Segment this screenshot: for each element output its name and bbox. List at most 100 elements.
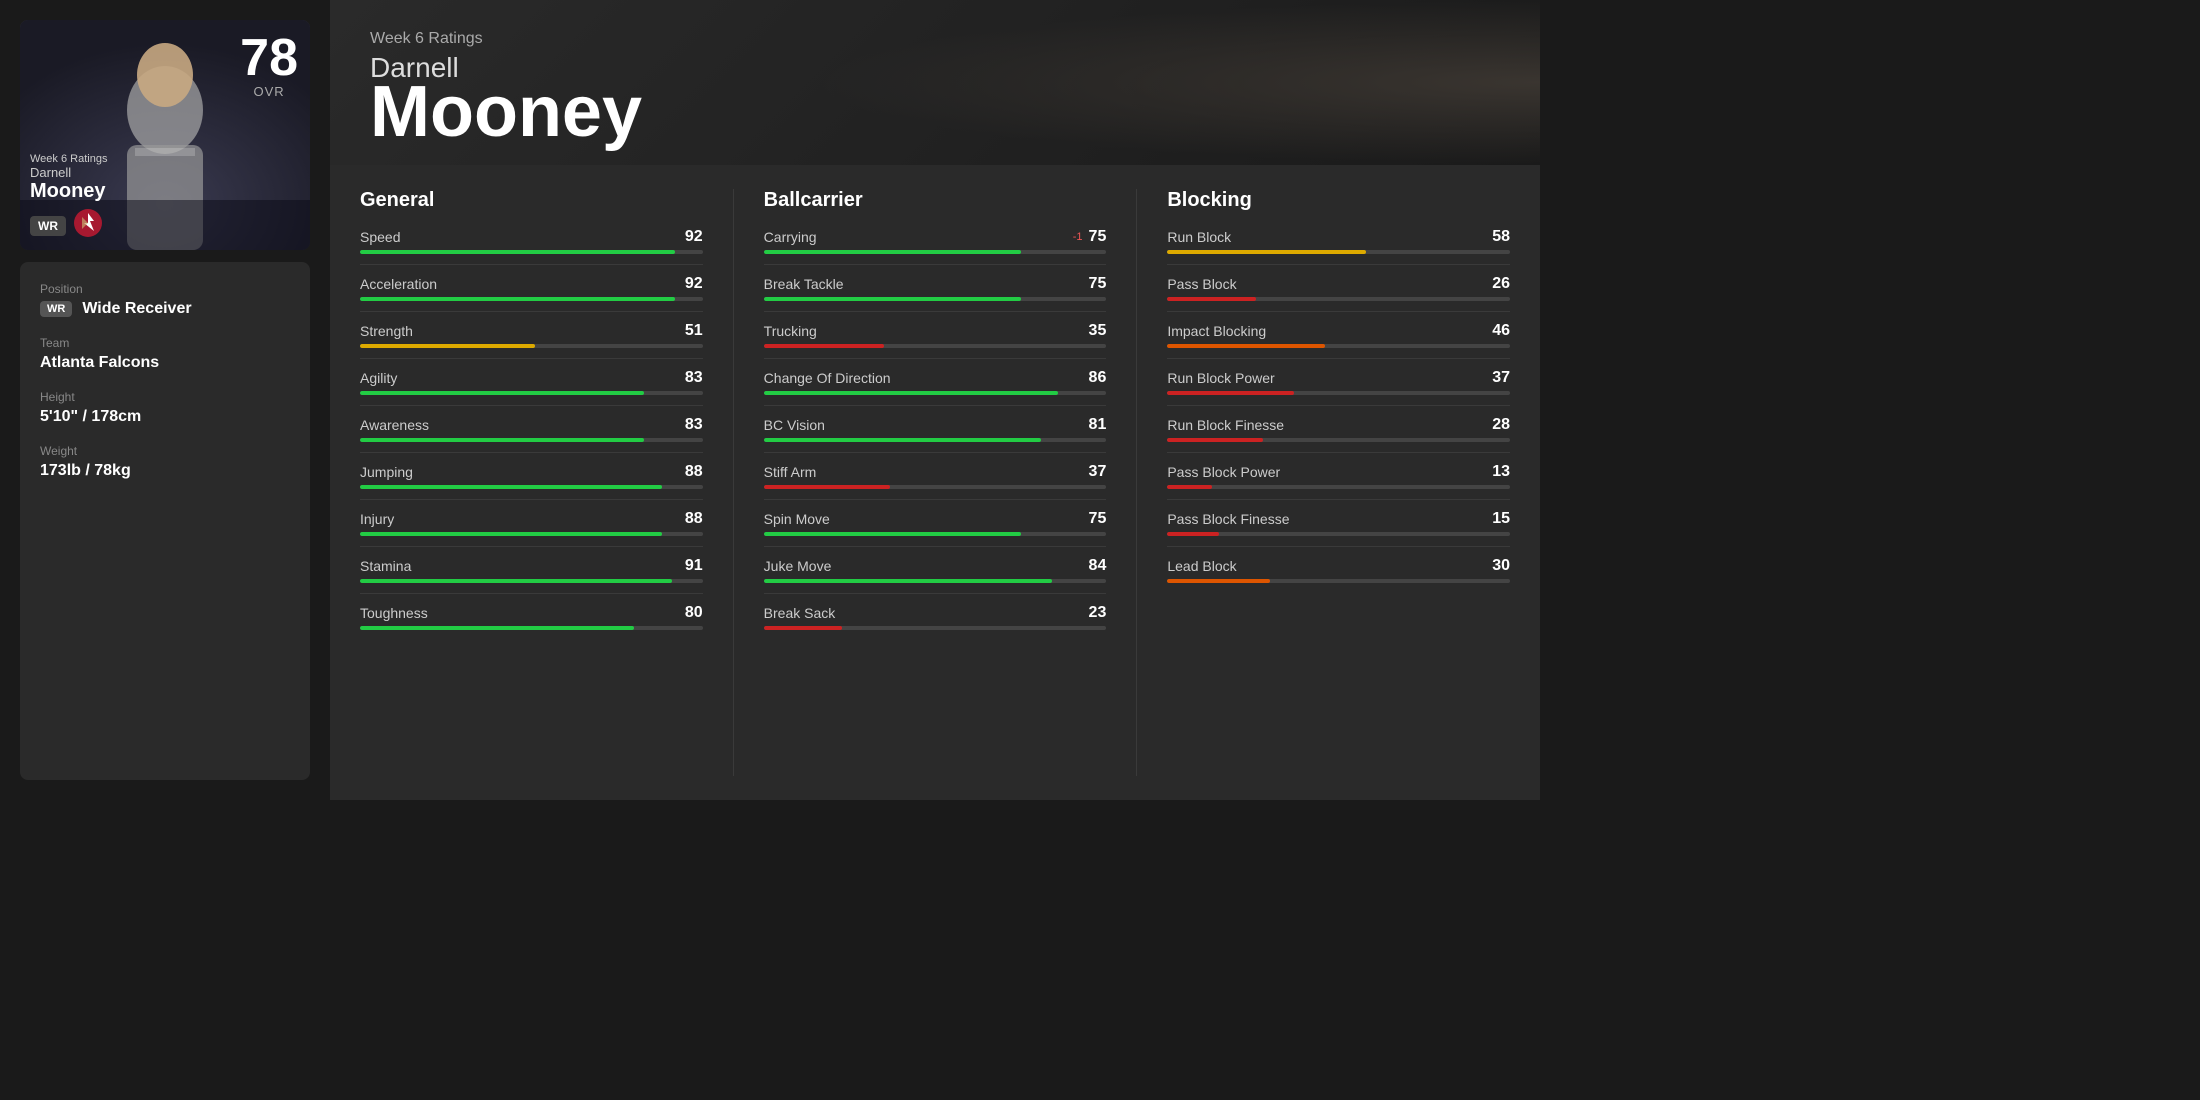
stat-value: 75 xyxy=(1089,228,1107,246)
position-label: Position xyxy=(40,282,290,296)
stat-value-wrapper: 37 xyxy=(1089,463,1107,481)
card-footer: Week 6 Ratings Darnell Mooney WR xyxy=(30,153,107,242)
stat-row: Change Of Direction 86 xyxy=(764,369,1107,406)
stat-name: Acceleration xyxy=(360,276,437,292)
stat-bar-fill xyxy=(1167,579,1270,583)
stat-row: Trucking 35 xyxy=(764,322,1107,359)
team-value: Atlanta Falcons xyxy=(40,354,290,372)
stat-bar-track xyxy=(360,391,703,395)
stat-bar-fill xyxy=(360,250,675,254)
stat-value-wrapper: 91 xyxy=(685,557,703,575)
stat-row: Acceleration 92 xyxy=(360,275,703,312)
stat-name: Spin Move xyxy=(764,511,830,527)
stat-bar-track xyxy=(764,438,1107,442)
ovr-number: 78 xyxy=(240,32,298,84)
stat-bar-fill xyxy=(360,626,634,630)
stat-bar-fill xyxy=(1167,438,1263,442)
card-player-first: Darnell xyxy=(30,165,107,180)
info-box: Position WR Wide Receiver Team Atlanta F… xyxy=(20,262,310,780)
stat-bar-track xyxy=(1167,579,1510,583)
stat-value: 88 xyxy=(685,510,703,528)
stat-bar-fill xyxy=(764,532,1021,536)
stat-name: Juke Move xyxy=(764,558,832,574)
stat-bar-track xyxy=(360,250,703,254)
weight-value: 173lb / 78kg xyxy=(40,462,290,480)
hero-header: Week 6 Ratings Darnell Mooney xyxy=(330,0,1540,165)
stat-header: Injury 88 xyxy=(360,510,703,528)
stat-value: 46 xyxy=(1492,322,1510,340)
stat-bar-fill xyxy=(1167,250,1366,254)
stat-name: Injury xyxy=(360,511,394,527)
stat-name: Break Sack xyxy=(764,605,836,621)
stat-value: 75 xyxy=(1089,275,1107,293)
page-wrapper: 78 OVR Week 6 Ratings Darnell Mooney WR xyxy=(0,0,1540,800)
stat-bar-fill xyxy=(360,532,662,536)
stat-row: Speed 92 xyxy=(360,228,703,265)
stat-value: 75 xyxy=(1089,510,1107,528)
stat-name: Carrying xyxy=(764,229,817,245)
stat-value: 92 xyxy=(685,275,703,293)
stat-header: Jumping 88 xyxy=(360,463,703,481)
stat-header: BC Vision 81 xyxy=(764,416,1107,434)
stat-row: Break Tackle 75 xyxy=(764,275,1107,312)
stat-header: Awareness 83 xyxy=(360,416,703,434)
stat-value: 83 xyxy=(685,416,703,434)
weight-label: Weight xyxy=(40,444,290,458)
stat-delta: -1 xyxy=(1073,231,1083,243)
stat-value-wrapper: 37 xyxy=(1492,369,1510,387)
stat-name: Awareness xyxy=(360,417,429,433)
stat-row: Injury 88 xyxy=(360,510,703,547)
stat-row: Carrying -1 75 xyxy=(764,228,1107,265)
stat-header: Pass Block Power 13 xyxy=(1167,463,1510,481)
stat-name: BC Vision xyxy=(764,417,825,433)
stat-bar-fill xyxy=(764,344,884,348)
stat-value: 51 xyxy=(685,322,703,340)
stat-header: Speed 92 xyxy=(360,228,703,246)
stat-value: 83 xyxy=(685,369,703,387)
stat-name: Strength xyxy=(360,323,413,339)
stat-name: Run Block Power xyxy=(1167,370,1274,386)
stat-value: 91 xyxy=(685,557,703,575)
stat-bar-fill xyxy=(764,297,1021,301)
stat-header: Stiff Arm 37 xyxy=(764,463,1107,481)
stat-row: Run Block Finesse 28 xyxy=(1167,416,1510,453)
stat-bar-track xyxy=(1167,297,1510,301)
stat-bar-track xyxy=(764,297,1107,301)
stat-name: Change Of Direction xyxy=(764,370,891,386)
stat-bar-track xyxy=(1167,250,1510,254)
stat-value: 35 xyxy=(1089,322,1107,340)
week-label: Week 6 Ratings xyxy=(370,30,1500,48)
stat-value: 80 xyxy=(685,604,703,622)
stat-row: Lead Block 30 xyxy=(1167,557,1510,593)
stat-value: 15 xyxy=(1492,510,1510,528)
stats-area: General Speed 92 xyxy=(330,165,1540,800)
stat-value-wrapper: 84 xyxy=(1089,557,1107,575)
stat-header: Change Of Direction 86 xyxy=(764,369,1107,387)
stat-value-wrapper: 26 xyxy=(1492,275,1510,293)
stat-bar-fill xyxy=(360,438,644,442)
stat-value-wrapper: 46 xyxy=(1492,322,1510,340)
stat-row: BC Vision 81 xyxy=(764,416,1107,453)
stat-bar-fill xyxy=(1167,485,1212,489)
position-row: Position WR Wide Receiver xyxy=(40,282,290,318)
team-logo xyxy=(74,209,102,242)
card-badges: WR xyxy=(30,209,107,242)
blocking-column: Blocking Run Block 58 xyxy=(1167,189,1510,776)
stat-bar-track xyxy=(1167,485,1510,489)
stat-header: Impact Blocking 46 xyxy=(1167,322,1510,340)
stat-bar-fill xyxy=(1167,297,1256,301)
stat-bar-track xyxy=(360,344,703,348)
general-column: General Speed 92 xyxy=(360,189,703,776)
stat-bar-track xyxy=(1167,391,1510,395)
hero-last-name: Mooney xyxy=(370,80,1500,145)
stat-header: Carrying -1 75 xyxy=(764,228,1107,246)
stat-value: 86 xyxy=(1089,369,1107,387)
stat-name: Pass Block Finesse xyxy=(1167,511,1289,527)
stat-header: Agility 83 xyxy=(360,369,703,387)
ballcarrier-stats: Carrying -1 75 Break Tackle xyxy=(764,228,1107,640)
stat-name: Break Tackle xyxy=(764,276,844,292)
stat-name: Pass Block xyxy=(1167,276,1236,292)
blocking-stats: Run Block 58 Pass Block xyxy=(1167,228,1510,593)
stat-header: Pass Block 26 xyxy=(1167,275,1510,293)
stat-value-wrapper: 86 xyxy=(1089,369,1107,387)
